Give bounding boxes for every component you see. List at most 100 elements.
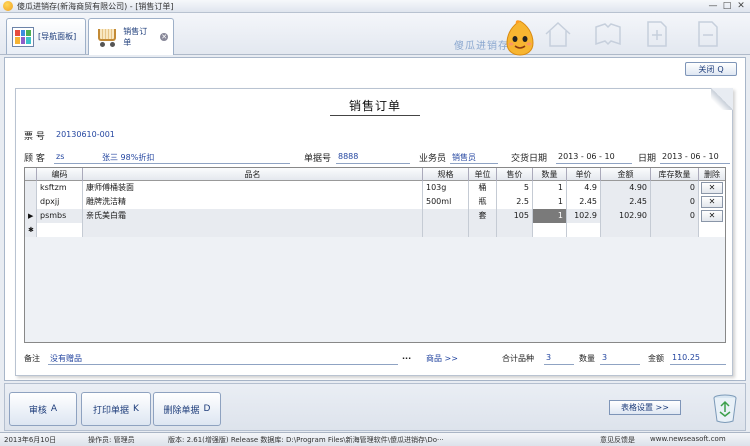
delivery-date-field[interactable]: 2013 - 06 - 10	[558, 152, 615, 161]
cell-unit-price[interactable]: 102.9	[567, 209, 601, 223]
date-field[interactable]: 2013 - 06 - 10	[662, 152, 719, 161]
table-row[interactable]: ksftzm 康师傅桶装面 103g 桶 5 1 4.9 4.90 0 ✕	[25, 181, 725, 195]
cell-qty-selected[interactable]: 1	[533, 209, 567, 223]
customer-code-field[interactable]: zs	[56, 152, 64, 161]
window-controls: — □ ✕	[706, 0, 748, 12]
cell-stock: 0	[651, 209, 699, 223]
col-header-spec[interactable]: 规格	[423, 168, 469, 181]
order-paper: 销售订单 票 号 20130610-001 顾 客 zs 张三 98%折扣 单据…	[15, 88, 733, 376]
delete-row-button[interactable]: ✕	[701, 210, 723, 222]
page-title: 销售订单	[348, 99, 401, 113]
cell-spec[interactable]: 500ml	[423, 195, 469, 209]
tab-label: 销售订单	[123, 27, 148, 47]
tab-nav-panel[interactable]: [导航面板]	[6, 18, 86, 54]
status-date: 2013年6月10日	[4, 436, 57, 444]
recycle-bin-icon[interactable]	[711, 392, 739, 424]
col-header-price[interactable]: 售价	[497, 168, 533, 181]
maximize-button[interactable]: □	[720, 0, 734, 12]
customer-name-field[interactable]: 张三 98%折扣	[102, 152, 154, 163]
minimize-button[interactable]: —	[706, 0, 720, 12]
action-bar: 审核 A 打印单据 K 删除单据 D 表格设置 >>	[4, 383, 746, 431]
date-label: 日期	[638, 154, 657, 164]
tab-sales-order[interactable]: 销售订单 ✕	[88, 18, 174, 55]
cell-code[interactable]: ksftzm	[37, 181, 83, 195]
delete-bill-button[interactable]: 删除单据 D	[153, 392, 221, 426]
cell-qty[interactable]: 1	[533, 195, 567, 209]
cell-spec[interactable]: 103g	[423, 181, 469, 195]
total-amount-value: 110.25	[672, 353, 700, 362]
window-title: 傻瓜进销存(新海商贸有限公司) - [销售订单]	[17, 1, 174, 11]
home-icon[interactable]	[543, 19, 573, 49]
cell-amount: 102.90	[601, 209, 651, 223]
website-link[interactable]: www.newseasoft.com	[650, 435, 726, 443]
new-row[interactable]: ✱	[25, 223, 725, 237]
feedback-link[interactable]: 意见反馈是	[600, 435, 635, 445]
col-header-name[interactable]: 品名	[83, 168, 423, 181]
cell-code[interactable]: psmbs	[37, 209, 83, 223]
remark-field[interactable]: 没有赠品	[50, 353, 82, 364]
cell-unit[interactable]: 桶	[469, 181, 497, 195]
tab-label: [导航面板]	[38, 32, 77, 41]
total-qty-label: 数量	[579, 354, 595, 363]
order-items-grid: 编码 品名 规格 单位 售价 数量 单价 金额 库存数量 删除 ksftzm 康…	[24, 167, 726, 343]
print-shortcut: K	[133, 404, 139, 414]
table-settings-button[interactable]: 表格设置 >>	[609, 400, 681, 415]
cell-amount: 2.45	[601, 195, 651, 209]
cell-name[interactable]: 亲氏美白霜	[83, 209, 423, 223]
content-area: 关闭 Q 销售订单 票 号 20130610-001 顾 客 zs 张三 98%…	[4, 57, 746, 381]
cell-name[interactable]: 康师傅桶装面	[83, 181, 423, 195]
cell-unit-price[interactable]: 2.45	[567, 195, 601, 209]
cell-price[interactable]: 105	[497, 209, 533, 223]
col-header-code[interactable]: 编码	[37, 168, 83, 181]
table-row[interactable]: dpxjj 雕牌洗洁精 500ml 瓶 2.5 1 2.45 2.45 0 ✕	[25, 195, 725, 209]
col-header-delete[interactable]: 删除	[699, 168, 725, 181]
cell-code[interactable]: dpxjj	[37, 195, 83, 209]
salesman-field[interactable]: 销售员	[452, 152, 476, 163]
audit-shortcut: A	[50, 404, 58, 414]
col-header-unit-price[interactable]: 单价	[567, 168, 601, 181]
bill-no-label: 单据号	[304, 154, 332, 164]
row-marker	[25, 181, 37, 195]
cell-name[interactable]: 雕牌洗洁精	[83, 195, 423, 209]
brand-text: 傻瓜进销存	[454, 41, 509, 52]
close-label: 关闭	[698, 64, 715, 74]
book-icon[interactable]	[593, 19, 623, 49]
col-header-amount[interactable]: 金额	[601, 168, 651, 181]
add-doc-icon[interactable]	[642, 19, 672, 49]
cell-stock: 0	[651, 195, 699, 209]
app-logo-icon	[3, 1, 13, 11]
remark-label: 备注	[24, 354, 40, 363]
delivery-date-label: 交货日期	[511, 154, 548, 164]
cell-unit-price[interactable]: 4.9	[567, 181, 601, 195]
current-row-marker: ▶	[25, 209, 37, 223]
status-operator: 操作员: 管理员	[88, 436, 135, 444]
status-bar: 2013年6月10日 操作员: 管理员 版本: 2.61(增强版) Releas…	[0, 432, 750, 446]
cell-spec[interactable]	[423, 209, 469, 223]
remove-doc-icon[interactable]	[693, 19, 723, 49]
col-header-unit[interactable]: 单位	[469, 168, 497, 181]
print-button[interactable]: 打印单据 K	[81, 392, 151, 426]
cell-price[interactable]: 5	[497, 181, 533, 195]
tab-banner: [导航面板] 销售订单 ✕ 傻瓜进销存	[0, 13, 750, 56]
cell-unit[interactable]: 瓶	[469, 195, 497, 209]
total-kinds-value: 3	[546, 353, 552, 362]
cell-qty[interactable]: 1	[533, 181, 567, 195]
delete-row-button[interactable]: ✕	[701, 182, 723, 194]
grid-header: 编码 品名 规格 单位 售价 数量 单价 金额 库存数量 删除	[25, 168, 725, 181]
more-button[interactable]: ...	[402, 352, 411, 361]
goods-link[interactable]: 商品 >>	[426, 353, 458, 364]
table-row[interactable]: ▶ psmbs 亲氏美白霜 套 105 1 102.9 102.90 0 ✕	[25, 209, 725, 223]
cell-price[interactable]: 2.5	[497, 195, 533, 209]
delete-row-button[interactable]: ✕	[701, 196, 723, 208]
col-header-stock[interactable]: 库存数量	[651, 168, 699, 181]
tab-close-icon[interactable]: ✕	[160, 33, 168, 41]
close-button[interactable]: 关闭 Q	[685, 62, 737, 76]
col-header-qty[interactable]: 数量	[533, 168, 567, 181]
bill-no-field[interactable]: 8888	[338, 152, 358, 161]
audit-button[interactable]: 审核 A	[9, 392, 77, 426]
delete-bill-label: 删除单据	[163, 405, 200, 416]
shopping-cart-icon	[94, 26, 119, 48]
cell-unit[interactable]: 套	[469, 209, 497, 223]
customer-label: 顾 客	[24, 154, 45, 164]
close-window-button[interactable]: ✕	[734, 0, 748, 12]
